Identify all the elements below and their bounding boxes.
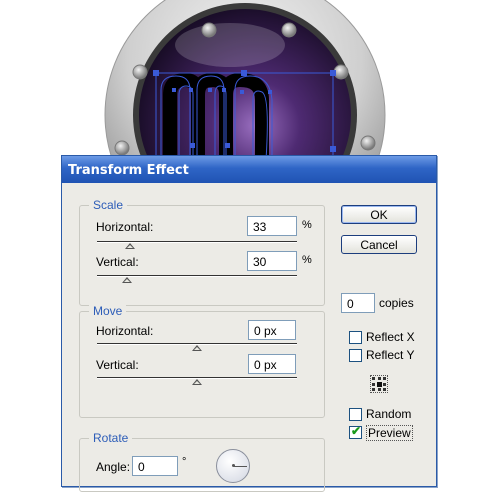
- dialog-body: Scale Horizontal: 33 % Vertical: 30 % Mo…: [62, 183, 436, 492]
- bolt: [201, 22, 217, 38]
- preview-label[interactable]: Preview: [366, 425, 413, 441]
- rotate-angle-unit: °: [182, 456, 187, 468]
- random-checkbox[interactable]: [349, 408, 362, 421]
- scale-vertical-unit: %: [302, 254, 312, 266]
- bolt: [281, 22, 297, 38]
- scale-legend: Scale: [89, 198, 128, 212]
- dialog-title: Transform Effect: [68, 163, 189, 178]
- reflect-y-label[interactable]: Reflect Y: [366, 348, 414, 362]
- scale-horizontal-unit: %: [302, 219, 312, 231]
- rotate-legend: Rotate: [89, 431, 133, 445]
- preview-checkbox[interactable]: ✔: [349, 424, 362, 439]
- rotate-angle-input[interactable]: 0: [132, 456, 178, 476]
- move-vertical-input[interactable]: 0 px: [248, 354, 296, 374]
- scale-vertical-slider-thumb[interactable]: [122, 277, 132, 283]
- move-vertical-label: Vertical:: [96, 358, 139, 372]
- copies-input[interactable]: 0: [341, 293, 375, 313]
- reflect-y-checkbox[interactable]: [349, 349, 362, 362]
- scale-horizontal-label: Horizontal:: [96, 220, 154, 234]
- move-horizontal-label: Horizontal:: [96, 324, 154, 338]
- transform-effect-dialog: Transform Effect Scale Horizontal: 33 % …: [61, 155, 437, 492]
- scale-group: Scale Horizontal: 33 % Vertical: 30 %: [79, 198, 325, 306]
- move-vertical-slider-thumb[interactable]: [192, 379, 202, 385]
- scale-horizontal-input[interactable]: 33: [247, 216, 297, 236]
- bolt: [114, 140, 130, 156]
- move-legend: Move: [89, 304, 127, 318]
- scale-vertical-input[interactable]: 30: [247, 251, 297, 271]
- scale-horizontal-slider-thumb[interactable]: [125, 243, 135, 249]
- sphere-highlight: [175, 23, 285, 67]
- rotate-group: Rotate Angle: 0 °: [79, 431, 325, 492]
- ok-button[interactable]: OK: [341, 205, 417, 224]
- dial-hub: [232, 464, 235, 467]
- bolt: [333, 64, 349, 80]
- random-label[interactable]: Random: [366, 407, 411, 421]
- dial-needle: [234, 466, 247, 467]
- scale-vertical-label: Vertical:: [96, 255, 139, 269]
- reflect-x-label[interactable]: Reflect X: [366, 330, 415, 344]
- checkmark-icon: ✔: [351, 424, 362, 438]
- bolt: [360, 135, 376, 151]
- dialog-title-bar[interactable]: Transform Effect: [62, 156, 436, 183]
- rotate-angle-label: Angle:: [96, 460, 131, 474]
- reflect-x-checkbox[interactable]: [349, 331, 362, 344]
- bolt: [132, 64, 148, 80]
- reference-point-icon[interactable]: [370, 375, 388, 393]
- rotate-angle-dial[interactable]: [216, 449, 250, 483]
- copies-label: copies: [379, 296, 414, 310]
- move-horizontal-slider-thumb[interactable]: [192, 345, 202, 351]
- cancel-button[interactable]: Cancel: [341, 235, 417, 254]
- move-horizontal-input[interactable]: 0 px: [248, 320, 296, 340]
- move-group: Move Horizontal: 0 px Vertical: 0 px: [79, 304, 325, 418]
